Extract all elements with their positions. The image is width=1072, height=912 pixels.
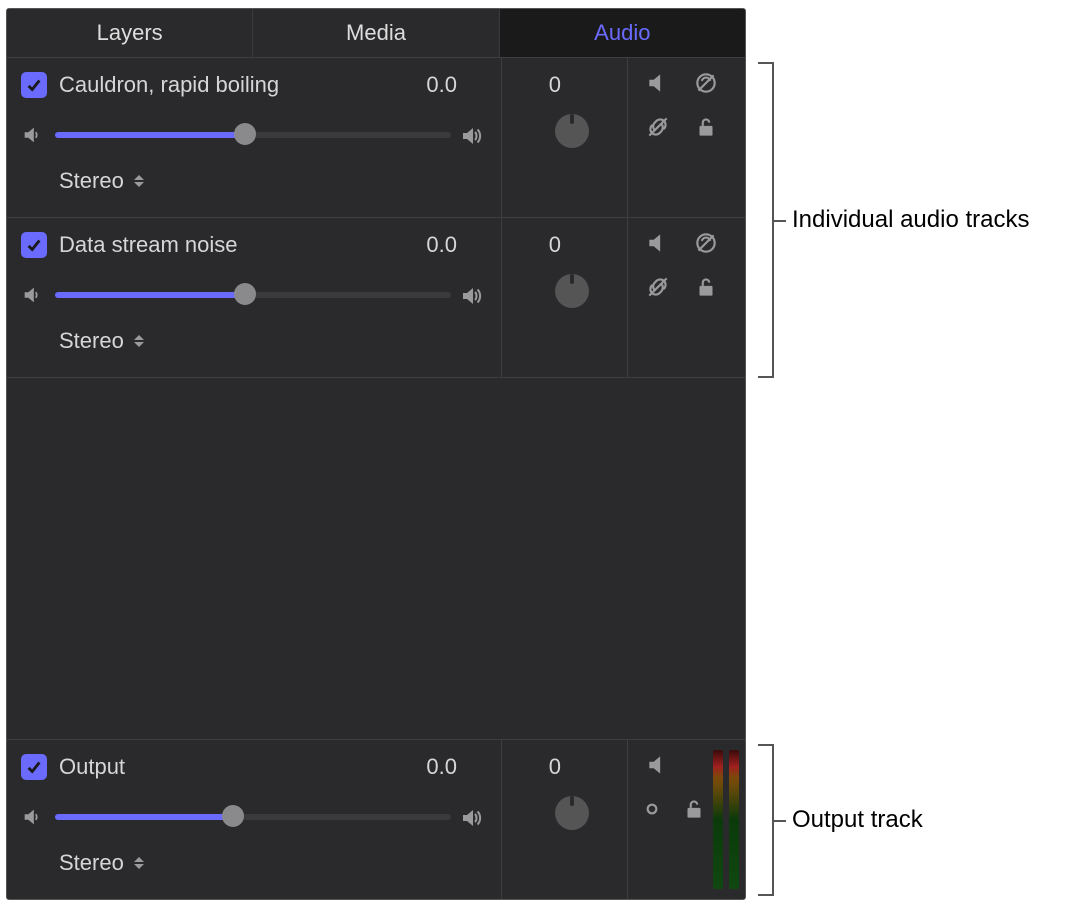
pan-knob[interactable] (555, 114, 589, 148)
callout-output: Output track (792, 806, 923, 834)
pan-value[interactable]: 0 (549, 72, 561, 98)
callout-bracket (760, 744, 774, 896)
audio-track: Cauldron, rapid boiling 0.0 0 (7, 57, 745, 217)
track-name-label[interactable]: Output (59, 754, 125, 780)
pan-value[interactable]: 0 (549, 232, 561, 258)
lock-icon[interactable] (679, 796, 709, 822)
mute-icon[interactable] (643, 230, 673, 256)
lock-icon[interactable] (691, 274, 721, 300)
tab-media[interactable]: Media (253, 9, 499, 57)
lock-icon[interactable] (691, 114, 721, 140)
volume-slider[interactable] (55, 292, 451, 298)
chevron-updown-icon (134, 335, 146, 347)
tab-audio[interactable]: Audio (500, 9, 745, 57)
enable-checkbox[interactable] (21, 72, 47, 98)
channel-select[interactable]: Stereo (59, 850, 146, 876)
mute-icon[interactable] (643, 752, 673, 778)
audio-track: Data stream noise 0.0 0 (7, 217, 745, 377)
volume-slider[interactable] (55, 814, 451, 820)
volume-max-icon (459, 806, 483, 835)
link-icon[interactable] (637, 796, 667, 822)
panel-tabs: Layers Media Audio (7, 9, 745, 57)
volume-max-icon (459, 124, 483, 153)
volume-max-icon (459, 284, 483, 313)
volume-min-icon (21, 124, 43, 151)
callout-bracket (760, 62, 774, 378)
volume-min-icon (21, 284, 43, 311)
link-icon[interactable] (643, 114, 673, 140)
track-name-label[interactable]: Data stream noise (59, 232, 238, 258)
mute-icon[interactable] (643, 70, 673, 96)
callout-individual: Individual audio tracks (792, 206, 1029, 234)
db-value[interactable]: 0.0 (426, 72, 457, 98)
channel-label: Stereo (59, 328, 124, 354)
volume-slider[interactable] (55, 132, 451, 138)
tab-layers[interactable]: Layers (7, 9, 253, 57)
enable-checkbox[interactable] (21, 232, 47, 258)
channel-label: Stereo (59, 168, 124, 194)
chevron-updown-icon (134, 175, 146, 187)
output-track: Output 0.0 0 (7, 739, 745, 899)
audio-panel: Layers Media Audio Cauldron, rapid boili… (6, 8, 746, 900)
channel-select[interactable]: Stereo (59, 168, 146, 194)
chevron-updown-icon (134, 857, 146, 869)
pan-knob[interactable] (555, 274, 589, 308)
db-value[interactable]: 0.0 (426, 754, 457, 780)
pan-value[interactable]: 0 (549, 754, 561, 780)
solo-icon[interactable] (691, 230, 721, 256)
solo-icon[interactable] (691, 70, 721, 96)
tracks-area: Cauldron, rapid boiling 0.0 0 (7, 57, 745, 899)
link-icon[interactable] (643, 274, 673, 300)
channel-label: Stereo (59, 850, 124, 876)
pan-knob[interactable] (555, 796, 589, 830)
channel-select[interactable]: Stereo (59, 328, 146, 354)
level-meters (713, 750, 739, 889)
enable-checkbox[interactable] (21, 754, 47, 780)
db-value[interactable]: 0.0 (426, 232, 457, 258)
track-name-label[interactable]: Cauldron, rapid boiling (59, 72, 279, 98)
volume-min-icon (21, 806, 43, 833)
